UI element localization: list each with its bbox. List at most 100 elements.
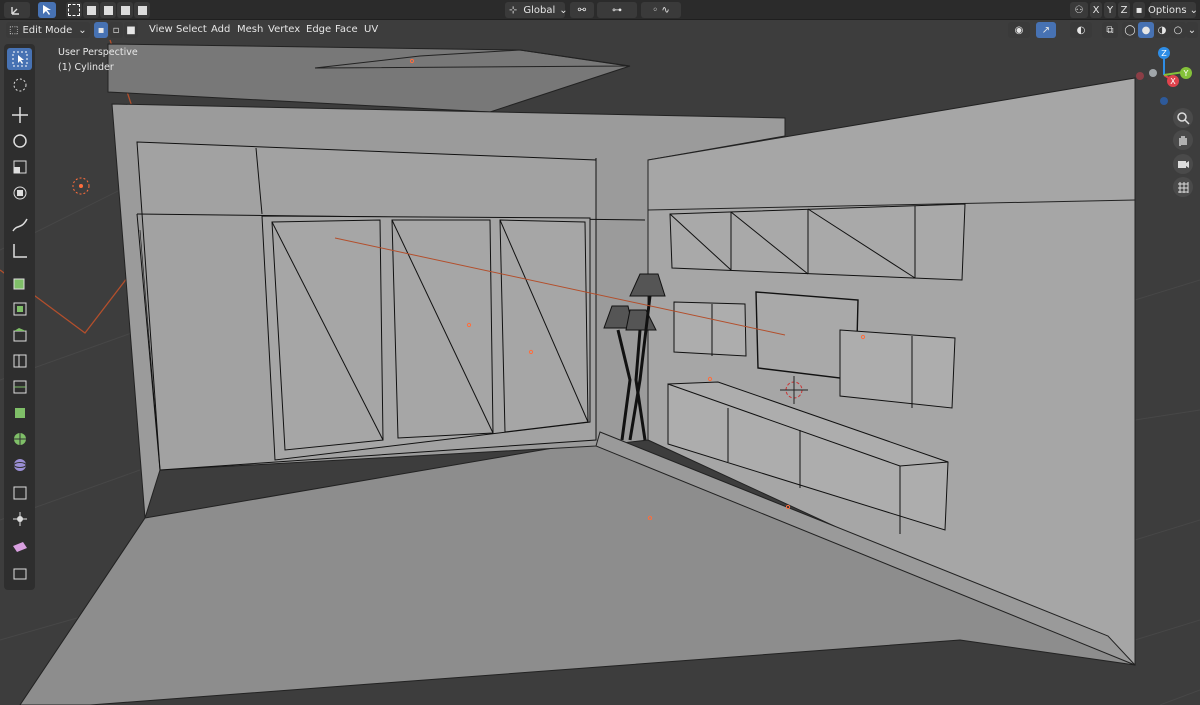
snap-icon: ⊶ <box>612 4 622 16</box>
pan-button[interactable] <box>1173 130 1193 150</box>
visibility-dropdown[interactable]: ◉ <box>1008 22 1030 38</box>
orientation-icon: ⊹ <box>509 4 518 16</box>
eye-icon: ◉ <box>1014 24 1024 36</box>
transform-tool[interactable] <box>7 182 32 204</box>
rip-tool[interactable] <box>7 562 32 584</box>
menu-add[interactable]: Add <box>206 22 235 38</box>
loop-cut-tool[interactable] <box>7 376 32 398</box>
vertex-select-button[interactable]: ▪ <box>94 22 108 38</box>
mirror-y-button[interactable]: Y <box>1104 2 1116 18</box>
scale-tool[interactable] <box>7 156 32 178</box>
edge-select-button[interactable]: ▫ <box>109 22 123 38</box>
snap-button[interactable]: ⊶ <box>597 2 637 18</box>
cursor-tool[interactable] <box>7 74 32 96</box>
axes-icon <box>11 7 19 15</box>
navigation-gizmo[interactable]: Z X Y <box>1130 45 1200 107</box>
select-extend-button[interactable] <box>83 2 99 18</box>
edge-slide-tool[interactable] <box>7 482 32 504</box>
windows <box>261 215 591 461</box>
move-tool[interactable] <box>7 104 32 126</box>
rendered-shading[interactable]: ○ <box>1170 22 1186 38</box>
cube-add-icon <box>13 278 24 290</box>
pivot-point-button[interactable]: ⚯ <box>570 2 594 18</box>
options-label: Options <box>1148 4 1187 16</box>
select-new-button[interactable] <box>66 2 82 18</box>
vertex-select-icon: ▪ <box>97 24 105 36</box>
editor-type-button[interactable] <box>4 2 30 18</box>
shrink-fatten-tool[interactable] <box>7 508 32 530</box>
annotate-tool[interactable] <box>7 214 32 236</box>
3d-viewport[interactable] <box>0 0 1200 705</box>
z-axis-label: Z <box>1161 49 1167 58</box>
x-axis-label: X <box>1170 77 1176 86</box>
edge-select-icon: ▫ <box>112 24 120 36</box>
chevron-down-icon: ⌄ <box>559 4 568 16</box>
knife-icon <box>14 408 25 418</box>
xray-toggle[interactable]: ⧉ <box>1102 22 1118 38</box>
gizmo-toggle-button[interactable]: ↗ <box>1036 22 1056 38</box>
viewport-header: ⬚ Edit Mode ⌄ ▪ ▫ ■ View Select Add Mesh… <box>0 20 1200 40</box>
proportional-editing-button[interactable]: ◦ ∿ <box>641 2 681 18</box>
extrude-tool[interactable] <box>7 298 32 320</box>
mode-dropdown[interactable]: ⬚ Edit Mode ⌄ <box>6 22 90 38</box>
sphere-icon <box>13 459 26 471</box>
solid-shading[interactable]: ● <box>1138 22 1154 38</box>
select-subtract-button[interactable] <box>100 2 116 18</box>
camera-icon <box>1178 161 1189 168</box>
cursor-select-icon <box>12 51 27 67</box>
menu-vertex[interactable]: Vertex <box>263 22 305 38</box>
add-cube-tool[interactable] <box>7 272 32 294</box>
measure-tool[interactable] <box>7 240 32 262</box>
extrude-icon <box>13 302 26 316</box>
spin-icon <box>13 433 26 445</box>
select-tool[interactable] <box>7 48 32 70</box>
orientation-label: Global <box>523 4 556 16</box>
uv-mirror-button[interactable]: ▪ <box>1133 2 1145 18</box>
material-sphere-icon: ◑ <box>1157 24 1167 36</box>
transform-orientation-dropdown[interactable]: ⊹ Global ⌄ <box>505 2 568 18</box>
select-intersect-button[interactable] <box>134 2 150 18</box>
move-icon <box>11 107 28 123</box>
poly-build-tool[interactable] <box>7 428 32 450</box>
overlay-icon: ◐ <box>1076 24 1086 36</box>
mirror-z-button[interactable]: Z <box>1118 2 1130 18</box>
face-select-button[interactable]: ■ <box>124 22 138 38</box>
wireframe-icon: ◯ <box>1124 24 1136 36</box>
select-box-button[interactable] <box>38 2 56 18</box>
chevron-down-icon: ⌄ <box>1187 24 1197 36</box>
ortho-toggle-button[interactable] <box>1173 177 1193 197</box>
select-extend-icon <box>86 5 96 15</box>
knife-tool[interactable] <box>7 402 32 424</box>
rotate-tool[interactable] <box>7 130 32 152</box>
ruler-icon <box>12 244 27 258</box>
y-axis-label: Y <box>1183 69 1189 78</box>
menu-uv[interactable]: UV <box>359 22 383 38</box>
camera-button[interactable] <box>1173 154 1193 174</box>
bevel-tool[interactable] <box>7 350 32 372</box>
mirror-x-button[interactable]: X <box>1090 2 1102 18</box>
shading-options[interactable]: ⌄ <box>1186 22 1198 38</box>
hand-icon <box>1179 136 1187 146</box>
wireframe-shading[interactable]: ◯ <box>1122 22 1138 38</box>
zoom-button[interactable] <box>1173 108 1193 128</box>
menu-face[interactable]: Face <box>330 22 363 38</box>
select-invert-button[interactable] <box>117 2 133 18</box>
pencil-icon <box>11 218 28 232</box>
inset-icon <box>13 328 26 342</box>
overlays-button[interactable]: ◐ <box>1070 22 1092 38</box>
proportional-icon: ◦ ∿ <box>652 4 670 16</box>
mirror-button[interactable]: ⚇ <box>1070 2 1088 18</box>
smooth-tool[interactable] <box>7 454 32 476</box>
bevel-icon <box>13 354 26 368</box>
inset-tool[interactable] <box>7 324 32 346</box>
options-dropdown[interactable]: Options ⌄ <box>1148 2 1198 18</box>
chevron-down-icon: ⌄ <box>78 24 87 36</box>
solid-sphere-icon: ● <box>1141 24 1151 36</box>
loop-cut-icon <box>13 380 26 394</box>
material-shading[interactable]: ◑ <box>1154 22 1170 38</box>
zoom-icon <box>1177 112 1190 125</box>
mirror-x-label: X <box>1092 4 1100 16</box>
viewport-info: User Perspective (1) Cylinder <box>58 45 138 75</box>
shear-tool[interactable] <box>7 536 32 558</box>
tool-shelf <box>4 44 35 590</box>
